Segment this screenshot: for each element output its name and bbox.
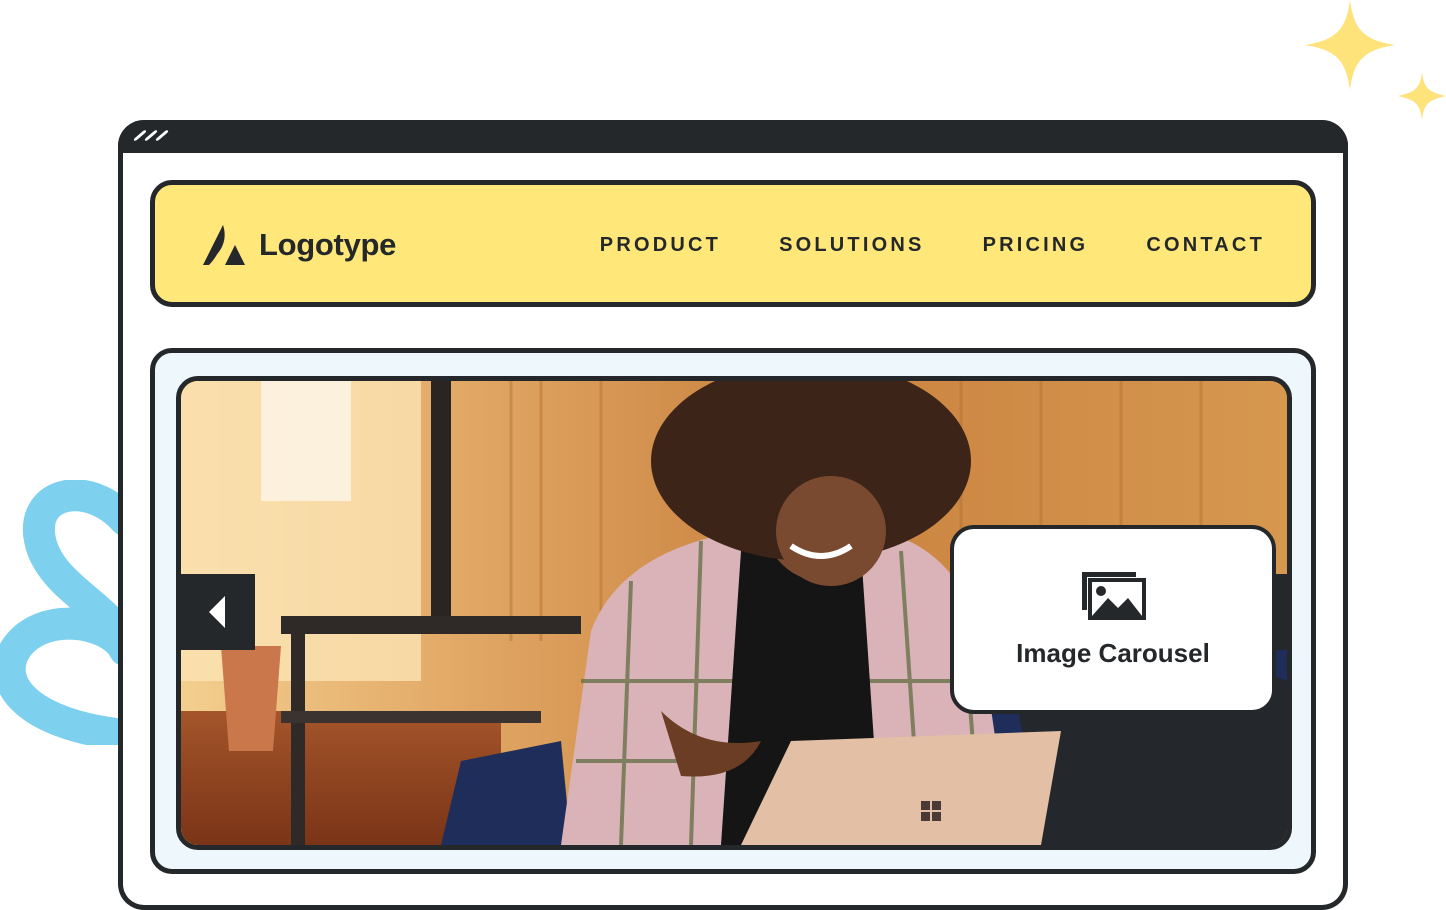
- triangle-left-icon: [209, 596, 225, 628]
- nav-item-solutions[interactable]: SOLUTIONS: [779, 234, 924, 257]
- nav-menu: PRODUCT SOLUTIONS PRICING CONTACT: [600, 234, 1265, 257]
- squiggle-decoration: [0, 480, 125, 745]
- navbar: Logotype PRODUCT SOLUTIONS PRICING CONTA…: [150, 180, 1316, 307]
- window-controls: [132, 129, 170, 142]
- sparkle-large-icon: [1305, 0, 1395, 90]
- nav-item-contact[interactable]: CONTACT: [1146, 234, 1265, 257]
- badge-label: Image Carousel: [1016, 638, 1210, 668]
- logo[interactable]: Logotype: [203, 225, 396, 265]
- image-gallery-icon: [1082, 572, 1146, 620]
- sparkles-decoration: [1305, 0, 1446, 120]
- browser-window: Logotype PRODUCT SOLUTIONS PRICING CONTA…: [118, 120, 1348, 910]
- browser-titlebar: [118, 120, 1348, 153]
- image-carousel-badge: Image Carousel: [950, 525, 1276, 714]
- logo-text: Logotype: [259, 227, 397, 262]
- nav-item-product[interactable]: PRODUCT: [600, 234, 721, 257]
- carousel-prev-button[interactable]: [181, 574, 255, 650]
- sparkle-small-icon: [1398, 72, 1446, 120]
- nav-item-pricing[interactable]: PRICING: [983, 234, 1089, 257]
- logo-mark-icon: [203, 225, 245, 265]
